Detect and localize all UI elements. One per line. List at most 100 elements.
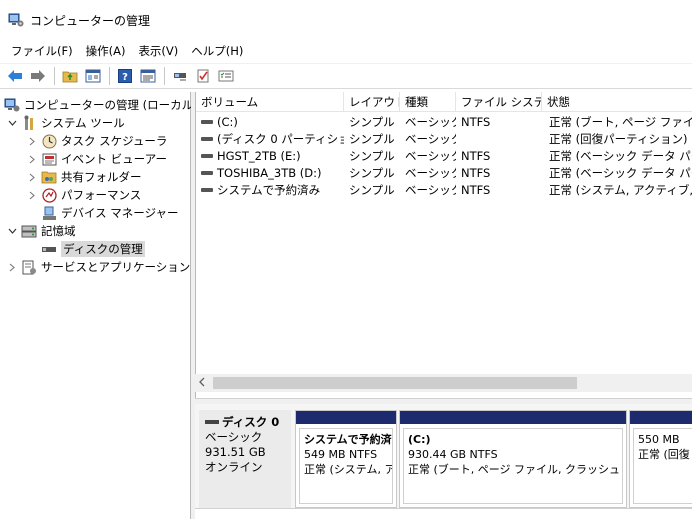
scrollbar-thumb[interactable] bbox=[213, 377, 577, 389]
chevron-right-icon[interactable] bbox=[26, 171, 38, 183]
chevron-right-icon[interactable] bbox=[26, 135, 38, 147]
tree-item-disk-management[interactable]: ディスクの管理 bbox=[41, 240, 145, 258]
table-row[interactable]: (C:) シンプル ベーシック NTFS 正常 (ブート, ページ ファイル, … bbox=[196, 114, 692, 131]
partition-name: (C:) bbox=[408, 433, 431, 446]
tree-item-root[interactable]: コンピューターの管理 (ローカル) bbox=[4, 96, 198, 114]
show-hide-tree-button[interactable] bbox=[82, 65, 104, 87]
check-button[interactable] bbox=[192, 65, 214, 87]
tree-label: パフォーマンス bbox=[61, 188, 142, 202]
disk-0-info[interactable]: ディスク 0 ベーシック 931.51 GB オンライン bbox=[199, 410, 291, 508]
cell-type: ベーシック bbox=[405, 115, 456, 129]
connect-icon bbox=[174, 73, 186, 81]
horizontal-scrollbar[interactable] bbox=[195, 374, 692, 392]
column-header-volume[interactable]: ボリューム bbox=[196, 92, 344, 112]
volume-name: (ディスク 0 パーティション 3) bbox=[217, 132, 344, 146]
disk-icon bbox=[205, 420, 219, 424]
partition-body: (C:) 930.44 GB NTFS 正常 (ブート, ページ ファイル, ク… bbox=[403, 428, 623, 504]
cell-type: ベーシック bbox=[405, 183, 456, 197]
title-bar: コンピューターの管理 bbox=[0, 0, 692, 40]
cell-volume: (ディスク 0 パーティション 3) bbox=[196, 131, 344, 148]
cell-filesystem bbox=[456, 131, 542, 148]
check-icon bbox=[197, 69, 209, 83]
performance-icon bbox=[41, 187, 57, 203]
tree-label: イベント ビューアー bbox=[61, 152, 168, 166]
disk-type: ベーシック bbox=[205, 430, 263, 444]
column-header-status[interactable]: 状態 bbox=[542, 92, 692, 112]
disk-state: オンライン bbox=[205, 460, 263, 474]
partition-status: 正常 (システム, アク bbox=[304, 463, 392, 476]
partition-bar bbox=[296, 411, 396, 424]
tree-label: コンピューターの管理 (ローカル) bbox=[24, 98, 198, 112]
disk-name: ディスク 0 bbox=[205, 414, 285, 430]
cell-volume: (C:) bbox=[196, 114, 344, 131]
cell-layout: シンプル bbox=[349, 132, 395, 146]
tree-item-services-applications[interactable]: サービスとアプリケーション bbox=[6, 258, 190, 276]
tree-label: ディスクの管理 bbox=[61, 241, 145, 257]
navigation-tree: コンピューターの管理 (ローカル) システム ツール タスク スケジューラ イベ… bbox=[0, 92, 198, 519]
storage-icon bbox=[21, 223, 37, 239]
volume-name: HGST_2TB (E:) bbox=[217, 149, 301, 163]
properties-button[interactable] bbox=[137, 65, 159, 87]
cell-type: ベーシック bbox=[405, 166, 456, 180]
cell-status: 正常 (ベーシック データ パーティ bbox=[549, 149, 692, 163]
tree-label: システム ツール bbox=[41, 116, 125, 130]
volume-list: ボリューム レイアウト 種類 ファイル システム 状態 (C:) シンプル ベー… bbox=[195, 92, 692, 398]
chevron-right-icon[interactable] bbox=[26, 189, 38, 201]
menu-bar: ファイル(F) 操作(A) 表示(V) ヘルプ(H) bbox=[0, 40, 692, 62]
partition-recovery[interactable]: 550 MB 正常 (回復 bbox=[629, 410, 692, 508]
volume-icon bbox=[201, 153, 213, 158]
column-header-type[interactable]: 種類 bbox=[400, 92, 456, 112]
up-folder-icon bbox=[62, 71, 78, 83]
list-button[interactable] bbox=[215, 65, 237, 87]
cell-filesystem: NTFS bbox=[461, 166, 491, 180]
scroll-left-icon[interactable] bbox=[199, 377, 209, 389]
cell-filesystem: NTFS bbox=[461, 183, 491, 197]
tree-item-device-manager[interactable]: デバイス マネージャー bbox=[41, 204, 179, 222]
tree-item-storage[interactable]: 記憶域 bbox=[6, 222, 76, 240]
menu-action[interactable]: 操作(A) bbox=[81, 43, 131, 59]
table-row[interactable]: (ディスク 0 パーティション 3) シンプル ベーシック 正常 (回復パーティ… bbox=[196, 131, 692, 148]
chevron-right-icon[interactable] bbox=[6, 261, 18, 273]
chevron-right-icon[interactable] bbox=[26, 153, 38, 165]
tree-label: サービスとアプリケーション bbox=[41, 260, 191, 274]
toolbar: ? bbox=[0, 63, 692, 89]
menu-view[interactable]: 表示(V) bbox=[133, 43, 183, 59]
chevron-down-icon[interactable] bbox=[6, 225, 18, 237]
menu-help[interactable]: ヘルプ(H) bbox=[186, 43, 248, 59]
window-title: コンピューターの管理 bbox=[30, 13, 151, 28]
cell-volume: システムで予約済み bbox=[196, 182, 344, 199]
disk-size: 931.51 GB bbox=[205, 445, 266, 459]
cell-volume: HGST_2TB (E:) bbox=[196, 148, 344, 165]
cell-layout: シンプル bbox=[349, 166, 395, 180]
event-viewer-icon bbox=[41, 151, 57, 167]
cell-status: 正常 (システム, アクティブ, プライ bbox=[549, 183, 692, 197]
help-icon: ? bbox=[118, 69, 132, 83]
connect-button[interactable] bbox=[169, 65, 191, 87]
table-row[interactable]: TOSHIBA_3TB (D:) シンプル ベーシック NTFS 正常 (ベーシ… bbox=[196, 165, 692, 182]
tree-item-performance[interactable]: パフォーマンス bbox=[26, 186, 141, 204]
table-row[interactable]: HGST_2TB (E:) シンプル ベーシック NTFS 正常 (ベーシック … bbox=[196, 148, 692, 165]
tree-item-system-tools[interactable]: システム ツール bbox=[6, 114, 125, 132]
column-header-layout[interactable]: レイアウト bbox=[344, 92, 400, 112]
partition-status: 正常 (ブート, ページ ファイル, クラッシュ ダンプ, ] bbox=[408, 463, 622, 476]
back-button[interactable] bbox=[4, 65, 26, 87]
menu-file[interactable]: ファイル(F) bbox=[6, 43, 78, 59]
partition-c-drive[interactable]: (C:) 930.44 GB NTFS 正常 (ブート, ページ ファイル, ク… bbox=[399, 410, 627, 508]
chevron-down-icon[interactable] bbox=[6, 117, 18, 129]
partition-body: 550 MB 正常 (回復 bbox=[633, 428, 692, 504]
cell-type: ベーシック bbox=[405, 149, 456, 163]
toolbar-separator bbox=[54, 67, 55, 85]
table-row[interactable]: システムで予約済み シンプル ベーシック NTFS 正常 (システム, アクティ… bbox=[196, 182, 692, 199]
up-one-level-button[interactable] bbox=[59, 65, 81, 87]
forward-button[interactable] bbox=[27, 65, 49, 87]
cell-volume: TOSHIBA_3TB (D:) bbox=[196, 165, 344, 182]
tree-item-task-scheduler[interactable]: タスク スケジューラ bbox=[26, 132, 167, 150]
partition-system-reserved[interactable]: システムで予約済み 549 MB NTFS 正常 (システム, アク bbox=[295, 410, 397, 508]
column-header-filesystem[interactable]: ファイル システム bbox=[456, 92, 542, 112]
clock-icon bbox=[41, 133, 57, 149]
help-button[interactable]: ? bbox=[114, 65, 136, 87]
partition-bar bbox=[630, 411, 692, 424]
tree-item-shared-folders[interactable]: 共有フォルダー bbox=[26, 168, 142, 186]
tree-item-event-viewer[interactable]: イベント ビューアー bbox=[26, 150, 167, 168]
cell-layout: シンプル bbox=[349, 115, 395, 129]
